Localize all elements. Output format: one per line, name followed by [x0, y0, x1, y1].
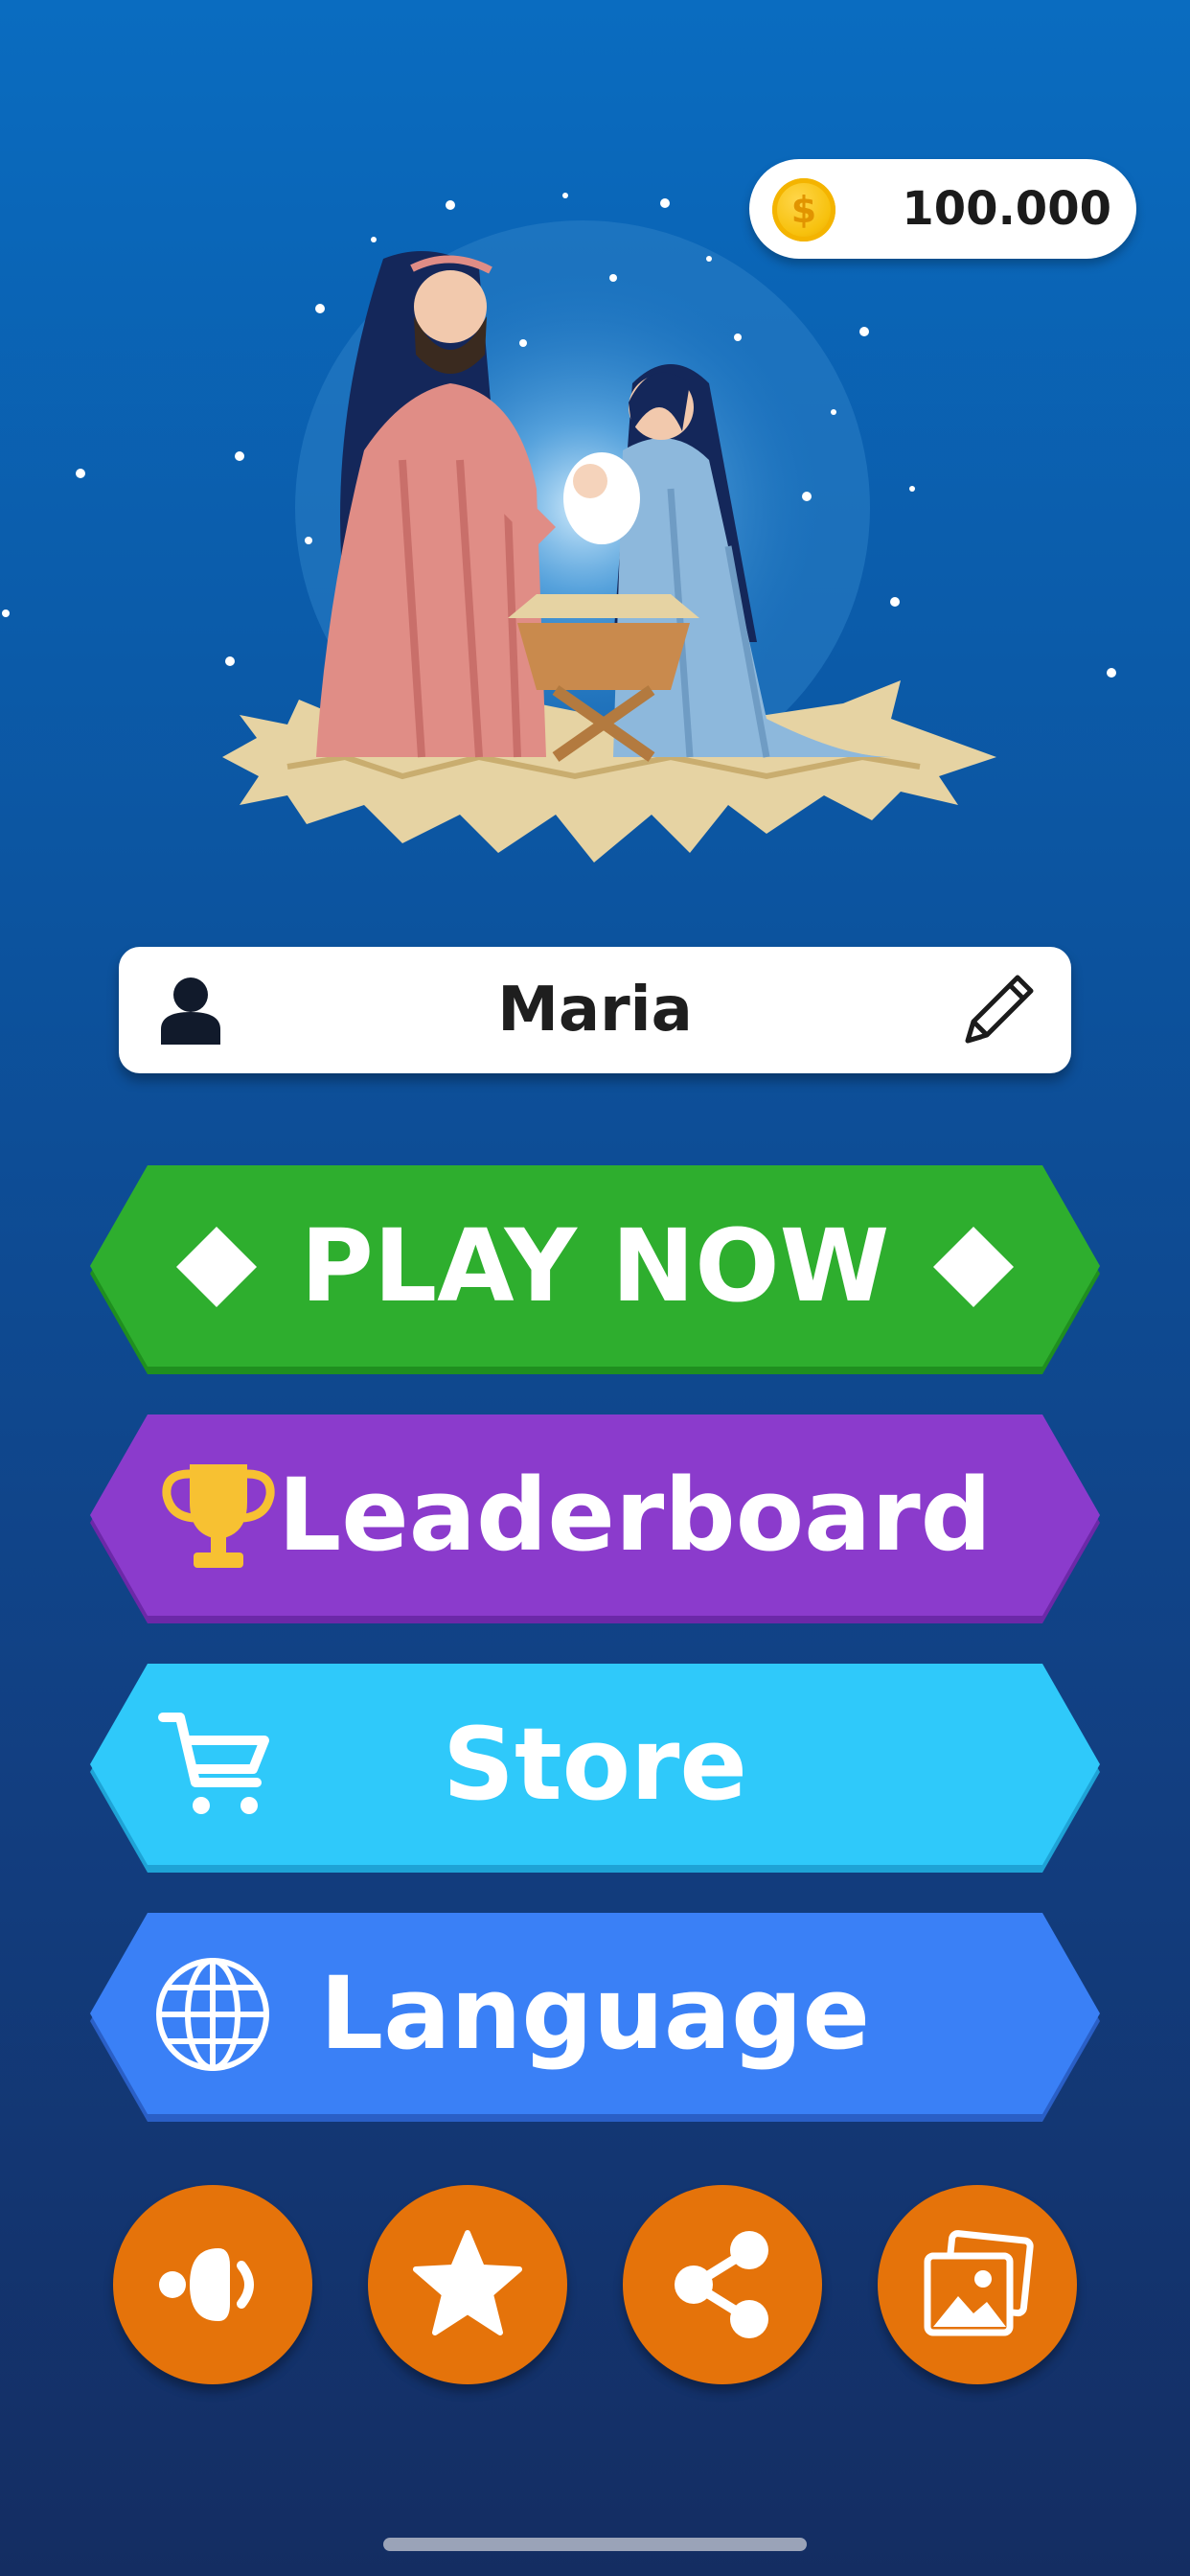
language-label: Language [319, 1955, 871, 2072]
pencil-icon[interactable] [952, 964, 1044, 1056]
sound-button[interactable] [113, 2185, 312, 2384]
gallery-button[interactable] [878, 2185, 1077, 2384]
store-label: Store [443, 1706, 747, 1823]
star-icon [413, 2230, 522, 2335]
play-now-button[interactable]: PLAY NOW [90, 1165, 1100, 1374]
share-icon [675, 2231, 768, 2338]
home-indicator[interactable] [383, 2538, 807, 2551]
trophy-icon [162, 1464, 275, 1568]
language-button[interactable]: Language [90, 1913, 1100, 2122]
player-name-field[interactable]: Maria [119, 947, 1071, 1073]
gallery-icon [924, 2230, 1034, 2336]
sound-icon [159, 2248, 254, 2321]
leaderboard-label: Leaderboard [278, 1457, 993, 1574]
store-button[interactable]: Store [90, 1664, 1100, 1873]
leaderboard-button[interactable]: Leaderboard [90, 1414, 1100, 1623]
diamond-icon [933, 1227, 1014, 1307]
player-name: Maria [497, 975, 693, 1046]
share-button[interactable] [623, 2185, 822, 2384]
diamond-icon [176, 1227, 257, 1307]
rate-button[interactable] [368, 2185, 567, 2384]
nativity-illustration [2, 193, 1116, 862]
globe-icon [156, 1958, 269, 2071]
cart-icon [158, 1713, 269, 1814]
play-now-label: PLAY NOW [300, 1208, 890, 1324]
